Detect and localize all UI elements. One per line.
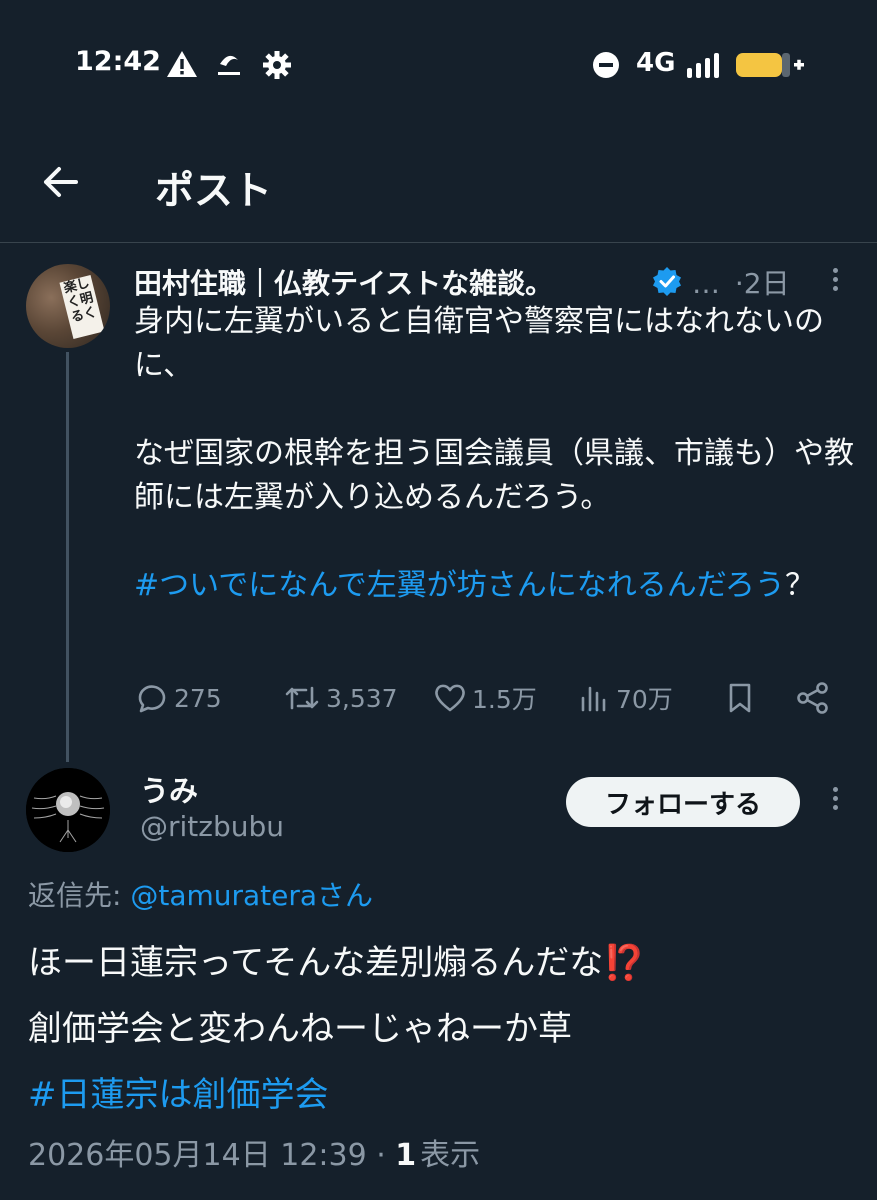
post-text: 身内に左翼がいると自衛官や警察官にはなれないのに、 なぜ国家の根幹を担う国会議員… (134, 300, 854, 608)
heart-icon (435, 684, 465, 712)
reply-author-name[interactable]: うみ (140, 768, 198, 810)
post-paragraph: 身内に左翼がいると自衛官や警察官にはなれないのに、 (134, 304, 824, 383)
reply-timestamp-line: 2026年05月14日 12:39 · 1 表示 (28, 1130, 480, 1174)
reply-author-handle[interactable]: @ritzbubu (140, 810, 284, 843)
reply-line: ほー日蓮宗ってそんな差別煽るんだな⁉️ (28, 943, 646, 983)
verified-badge-icon (653, 267, 681, 296)
hashtag-link[interactable]: #ついでになんで左翼が坊さんになれるんだろう (134, 568, 785, 603)
reply-to-mention[interactable]: @tamuraterаさん (130, 879, 373, 912)
network-type: 4G (636, 48, 676, 78)
repost-count: 3,537 (326, 683, 398, 713)
views-button[interactable]: 70万 (576, 676, 673, 720)
repost-button[interactable]: 3,537 (282, 676, 398, 720)
share-icon (797, 682, 828, 714)
reply-count: 275 (174, 683, 222, 713)
post-paragraph: なぜ国家の根幹を担う国会議員（県議、市議も）や教師には左翼が入り込めるんだろう。 (134, 436, 854, 515)
reply-line: 創価学会と変わんねーじゃねーか草 (28, 1009, 572, 1049)
post-more-icon[interactable] (830, 264, 840, 298)
post-meta: … ·2日 (692, 262, 790, 302)
reply-more-icon[interactable] (830, 783, 840, 817)
post-hashtag-line: #ついでになんで左翼が坊さんになれるんだろう？ (134, 564, 854, 608)
post-detail-screen: 12:42 4G ポスト 楽しく明るく 田村住職｜仏教テイストな雑談。 … ·2… (0, 0, 877, 1200)
reply-hashtag-link[interactable]: #日蓮宗は創価学会 (28, 1062, 858, 1128)
settings-gear-icon (263, 51, 291, 79)
reply-to-label: 返信先: (28, 879, 131, 912)
views-count: 70万 (616, 685, 673, 714)
battery-icon (736, 53, 804, 77)
name-ellipsis: … (692, 267, 720, 300)
hashtag-suffix: ？ (784, 568, 815, 603)
repost-icon (285, 686, 319, 710)
warning-icon (167, 51, 197, 77)
header-divider (0, 242, 877, 243)
views-chart-icon (581, 686, 606, 712)
reply-to-line: 返信先: @tamuraterаさん (28, 874, 373, 914)
like-button[interactable]: 1.5万 (432, 676, 537, 720)
author-name[interactable]: 田村住職｜仏教テイストな雑談。 (134, 262, 553, 302)
avatar-sign: 楽しく明るく (59, 274, 105, 340)
follow-button[interactable]: フォローする (566, 777, 800, 827)
author-avatar[interactable]: 楽しく明るく (26, 264, 110, 348)
do-not-disturb-icon (593, 52, 619, 78)
signal-icon (687, 53, 719, 78)
reply-text: ほー日蓮宗ってそんな差別煽るんだな⁉️ 創価学会と変わんねーじゃねーか草 #日蓮… (28, 930, 858, 1128)
reply-button[interactable]: 275 (134, 676, 222, 720)
reply-view-count: 1 (395, 1138, 417, 1173)
bookmark-icon (729, 683, 751, 713)
back-arrow-icon[interactable] (38, 160, 82, 204)
app-notification-icon (218, 55, 240, 75)
like-count: 1.5万 (472, 685, 537, 714)
share-button[interactable] (794, 676, 836, 720)
reply-author-avatar[interactable] (26, 768, 110, 852)
reply-timestamp: 2026年05月14日 12:39 · (28, 1138, 396, 1173)
status-bar: 12:42 4G (0, 40, 877, 90)
reply-icon (138, 685, 166, 713)
thread-connector-line (66, 352, 69, 762)
reply-view-label: 表示 (420, 1138, 481, 1173)
page-title: ポスト (155, 169, 273, 214)
bookmark-button[interactable] (722, 676, 762, 720)
status-time: 12:42 (75, 46, 161, 77)
post-time: ·2日 (734, 267, 790, 300)
post-actions-bar: 275 3,537 1.5万 70万 (134, 676, 844, 720)
